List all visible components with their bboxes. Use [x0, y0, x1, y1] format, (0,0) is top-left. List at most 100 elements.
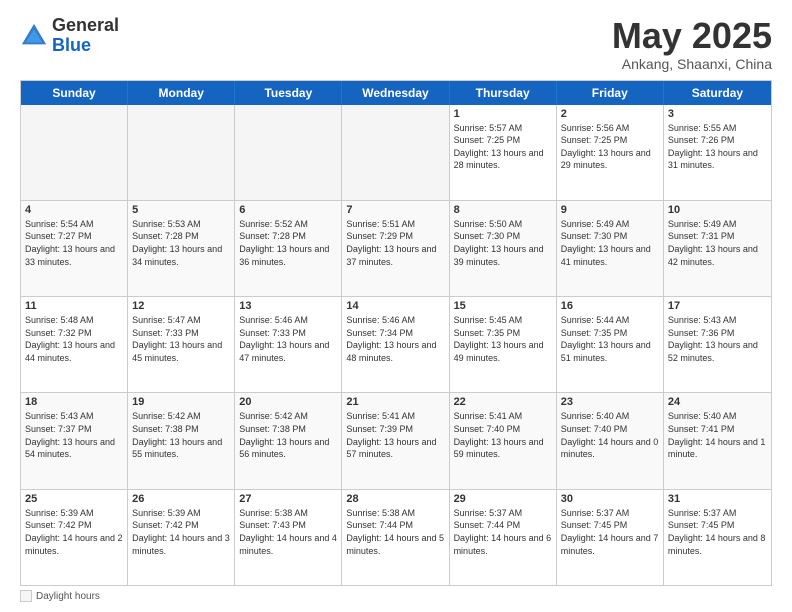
- day-number: 30: [561, 493, 659, 505]
- legend-box: [20, 590, 32, 602]
- day-number: 27: [239, 493, 337, 505]
- day-info: Sunrise: 5:37 AM Sunset: 7:45 PM Dayligh…: [561, 507, 659, 557]
- day-cell: [21, 105, 128, 200]
- logo-general: General: [52, 16, 119, 36]
- day-number: 12: [132, 300, 230, 312]
- day-number: 3: [668, 108, 767, 120]
- day-cell: 9Sunrise: 5:49 AM Sunset: 7:30 PM Daylig…: [557, 201, 664, 296]
- day-info: Sunrise: 5:45 AM Sunset: 7:35 PM Dayligh…: [454, 314, 552, 364]
- day-number: 5: [132, 204, 230, 216]
- day-header-sunday: Sunday: [21, 81, 128, 105]
- day-cell: 16 Sunrise: 5:44 AM Sunset: 7:35 PM Dayli…: [557, 297, 664, 392]
- header: General Blue May 2025 Ankang, Shaanxi, C…: [20, 16, 772, 72]
- day-info: Sunrise: 5:42 AM Sunset: 7:38 PM Dayligh…: [132, 410, 230, 460]
- day-info: Sunrise: 5:56 AM Sunset: 7:25 PM Dayligh…: [561, 122, 659, 172]
- day-info: Sunrise: 5:38 AM Sunset: 7:44 PM Dayligh…: [346, 507, 444, 557]
- week-row-4: 18 Sunrise: 5:43 AM Sunset: 7:37 PM Dayli…: [21, 393, 771, 489]
- day-number: 16: [561, 300, 659, 312]
- day-header-thursday: Thursday: [450, 81, 557, 105]
- subtitle: Ankang, Shaanxi, China: [612, 56, 772, 72]
- day-info: Sunrise: 5:51 AM Sunset: 7:29 PM Dayligh…: [346, 218, 444, 268]
- day-number: 9: [561, 204, 659, 216]
- day-info: Sunrise: 5:47 AM Sunset: 7:33 PM Dayligh…: [132, 314, 230, 364]
- day-number: 18: [25, 396, 123, 408]
- day-cell: 4Sunrise: 5:54 AM Sunset: 7:27 PM Daylig…: [21, 201, 128, 296]
- day-cell: [128, 105, 235, 200]
- day-info: Sunrise: 5:48 AM Sunset: 7:32 PM Dayligh…: [25, 314, 123, 364]
- day-number: 14: [346, 300, 444, 312]
- day-number: 17: [668, 300, 767, 312]
- calendar: SundayMondayTuesdayWednesdayThursdayFrid…: [20, 80, 772, 586]
- week-row-5: 25 Sunrise: 5:39 AM Sunset: 7:42 PM Dayli…: [21, 490, 771, 585]
- day-cell: 3Sunrise: 5:55 AM Sunset: 7:26 PM Daylig…: [664, 105, 771, 200]
- day-number: 11: [25, 300, 123, 312]
- day-info: Sunrise: 5:50 AM Sunset: 7:30 PM Dayligh…: [454, 218, 552, 268]
- day-cell: 6 Sunrise: 5:52 AM Sunset: 7:28 PM Daylig…: [235, 201, 342, 296]
- day-cell: 15Sunrise: 5:45 AM Sunset: 7:35 PM Dayli…: [450, 297, 557, 392]
- day-info: Sunrise: 5:46 AM Sunset: 7:34 PM Dayligh…: [346, 314, 444, 364]
- day-cell: 19Sunrise: 5:42 AM Sunset: 7:38 PM Dayli…: [128, 393, 235, 488]
- day-number: 31: [668, 493, 767, 505]
- day-info: Sunrise: 5:40 AM Sunset: 7:41 PM Dayligh…: [668, 410, 767, 460]
- legend-row: Daylight hours: [20, 586, 772, 602]
- day-cell: 8 Sunrise: 5:50 AM Sunset: 7:30 PM Daylig…: [450, 201, 557, 296]
- day-number: 25: [25, 493, 123, 505]
- day-cell: 30 Sunrise: 5:37 AM Sunset: 7:45 PM Dayli…: [557, 490, 664, 585]
- day-info: Sunrise: 5:49 AM Sunset: 7:31 PM Dayligh…: [668, 218, 767, 268]
- day-number: 6: [239, 204, 337, 216]
- day-cell: 18 Sunrise: 5:43 AM Sunset: 7:37 PM Dayli…: [21, 393, 128, 488]
- day-info: Sunrise: 5:38 AM Sunset: 7:43 PM Dayligh…: [239, 507, 337, 557]
- day-cell: [235, 105, 342, 200]
- day-number: 29: [454, 493, 552, 505]
- day-info: Sunrise: 5:43 AM Sunset: 7:37 PM Dayligh…: [25, 410, 123, 460]
- day-cell: 12 Sunrise: 5:47 AM Sunset: 7:33 PM Dayli…: [128, 297, 235, 392]
- day-info: Sunrise: 5:40 AM Sunset: 7:40 PM Dayligh…: [561, 410, 659, 460]
- day-info: Sunrise: 5:37 AM Sunset: 7:44 PM Dayligh…: [454, 507, 552, 557]
- day-info: Sunrise: 5:44 AM Sunset: 7:35 PM Dayligh…: [561, 314, 659, 364]
- day-number: 28: [346, 493, 444, 505]
- day-cell: 1 Sunrise: 5:57 AM Sunset: 7:25 PM Daylig…: [450, 105, 557, 200]
- month-title: May 2025: [612, 16, 772, 56]
- logo: General Blue: [20, 16, 119, 56]
- title-section: May 2025 Ankang, Shaanxi, China: [612, 16, 772, 72]
- day-info: Sunrise: 5:54 AM Sunset: 7:27 PM Dayligh…: [25, 218, 123, 268]
- day-cell: 14 Sunrise: 5:46 AM Sunset: 7:34 PM Dayli…: [342, 297, 449, 392]
- day-info: Sunrise: 5:39 AM Sunset: 7:42 PM Dayligh…: [132, 507, 230, 557]
- day-number: 22: [454, 396, 552, 408]
- day-number: 26: [132, 493, 230, 505]
- day-header-monday: Monday: [128, 81, 235, 105]
- day-number: 24: [668, 396, 767, 408]
- day-info: Sunrise: 5:53 AM Sunset: 7:28 PM Dayligh…: [132, 218, 230, 268]
- week-row-1: 1 Sunrise: 5:57 AM Sunset: 7:25 PM Daylig…: [21, 105, 771, 201]
- day-number: 8: [454, 204, 552, 216]
- day-info: Sunrise: 5:57 AM Sunset: 7:25 PM Dayligh…: [454, 122, 552, 172]
- day-info: Sunrise: 5:43 AM Sunset: 7:36 PM Dayligh…: [668, 314, 767, 364]
- day-cell: 27 Sunrise: 5:38 AM Sunset: 7:43 PM Dayli…: [235, 490, 342, 585]
- day-info: Sunrise: 5:41 AM Sunset: 7:39 PM Dayligh…: [346, 410, 444, 460]
- day-info: Sunrise: 5:52 AM Sunset: 7:28 PM Dayligh…: [239, 218, 337, 268]
- day-info: Sunrise: 5:39 AM Sunset: 7:42 PM Dayligh…: [25, 507, 123, 557]
- week-row-2: 4Sunrise: 5:54 AM Sunset: 7:27 PM Daylig…: [21, 201, 771, 297]
- day-cell: 17 Sunrise: 5:43 AM Sunset: 7:36 PM Dayli…: [664, 297, 771, 392]
- day-cell: 28 Sunrise: 5:38 AM Sunset: 7:44 PM Dayli…: [342, 490, 449, 585]
- day-cell: 25 Sunrise: 5:39 AM Sunset: 7:42 PM Dayli…: [21, 490, 128, 585]
- week-row-3: 11 Sunrise: 5:48 AM Sunset: 7:32 PM Dayli…: [21, 297, 771, 393]
- day-cell: 13Sunrise: 5:46 AM Sunset: 7:33 PM Dayli…: [235, 297, 342, 392]
- day-cell: 24 Sunrise: 5:40 AM Sunset: 7:41 PM Dayli…: [664, 393, 771, 488]
- day-cell: 29 Sunrise: 5:37 AM Sunset: 7:44 PM Dayli…: [450, 490, 557, 585]
- day-header-wednesday: Wednesday: [342, 81, 449, 105]
- logo-text: General Blue: [52, 16, 119, 56]
- day-number: 1: [454, 108, 552, 120]
- logo-blue: Blue: [52, 36, 119, 56]
- legend-label: Daylight hours: [36, 591, 100, 602]
- logo-icon: [20, 22, 48, 50]
- day-number: 2: [561, 108, 659, 120]
- day-header-friday: Friday: [557, 81, 664, 105]
- calendar-body: 1 Sunrise: 5:57 AM Sunset: 7:25 PM Daylig…: [21, 105, 771, 585]
- day-cell: 5 Sunrise: 5:53 AM Sunset: 7:28 PM Daylig…: [128, 201, 235, 296]
- day-cell: [342, 105, 449, 200]
- day-cell: 11 Sunrise: 5:48 AM Sunset: 7:32 PM Dayli…: [21, 297, 128, 392]
- day-info: Sunrise: 5:37 AM Sunset: 7:45 PM Dayligh…: [668, 507, 767, 557]
- day-cell: 21Sunrise: 5:41 AM Sunset: 7:39 PM Dayli…: [342, 393, 449, 488]
- day-info: Sunrise: 5:42 AM Sunset: 7:38 PM Dayligh…: [239, 410, 337, 460]
